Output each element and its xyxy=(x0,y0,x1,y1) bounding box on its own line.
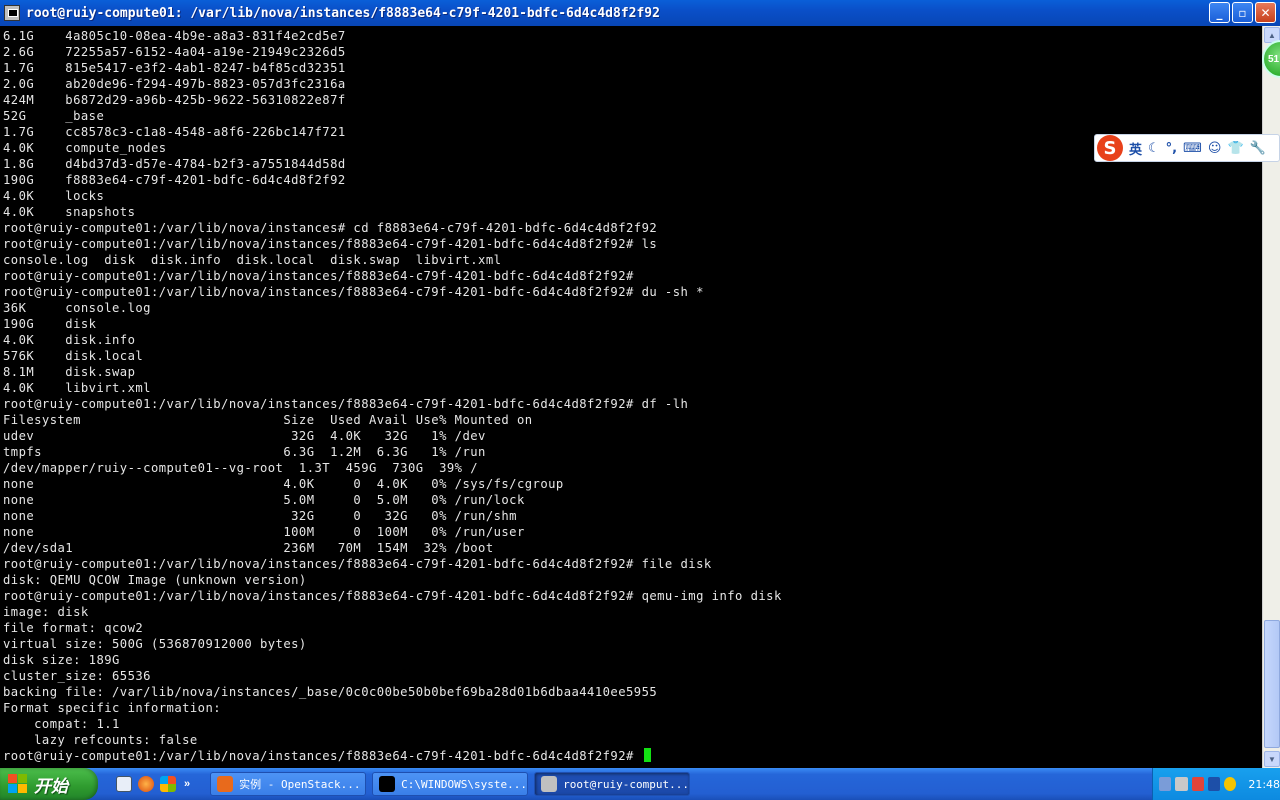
terminal-line: 190G disk xyxy=(3,317,97,331)
task-label: C:\WINDOWS\syste... xyxy=(401,777,527,791)
terminal-area[interactable]: 6.1G 4a805c10-08ea-4b9e-a8a3-831f4e2cd5e… xyxy=(0,26,1262,768)
start-button[interactable]: 开始 xyxy=(0,768,98,800)
terminal-line: root@ruiy-compute01:/var/lib/nova/instan… xyxy=(3,748,1262,764)
terminal-line: 1.7G cc8578c3-c1a8-4548-a8f6-226bc147f72… xyxy=(3,125,346,139)
terminal-line: root@ruiy-compute01:/var/lib/nova/instan… xyxy=(3,589,782,603)
terminal-line: 36K console.log xyxy=(3,301,151,315)
terminal-line: 4.0K disk.info xyxy=(3,333,136,347)
task-label: 实例 - OpenStack... xyxy=(239,778,361,791)
task-label: root@ruiy-comput... xyxy=(563,777,689,791)
taskbar-task-button[interactable]: root@ruiy-comput... xyxy=(534,772,691,796)
system-tray: 21:48 xyxy=(1152,768,1280,800)
terminal-line: udev 32G 4.0K 32G 1% /dev xyxy=(3,429,486,443)
terminal-line: lazy refcounts: false xyxy=(3,733,198,747)
terminal-line: Format specific information: xyxy=(3,701,222,715)
taskbar-task-button[interactable]: 实例 - OpenStack... xyxy=(210,772,367,796)
terminal-line: console.log disk disk.info disk.local di… xyxy=(3,253,502,267)
quick-launch: » xyxy=(116,776,190,792)
task-app-icon xyxy=(379,776,396,792)
terminal-line: 8.1M disk.swap xyxy=(3,365,136,379)
terminal-line: 1.7G 815e5417-e3f2-4ab1-8247-b4f85cd3235… xyxy=(3,61,346,75)
terminal-cursor xyxy=(643,748,651,762)
terminal-line: disk: QEMU QCOW Image (unknown version) xyxy=(3,573,307,587)
network-icon[interactable] xyxy=(1159,777,1172,791)
terminal-line: root@ruiy-compute01:/var/lib/nova/instan… xyxy=(3,237,658,251)
terminal-line: none 32G 0 32G 0% /run/shm xyxy=(3,509,517,523)
volume-icon[interactable] xyxy=(1175,777,1188,791)
scroll-thumb[interactable] xyxy=(1264,620,1280,748)
ime-settings-icon[interactable]: 🔧 xyxy=(1250,141,1266,156)
ime-keyboard-icon[interactable]: ⌨ xyxy=(1183,141,1202,156)
terminal-line: 4.0K locks xyxy=(3,189,105,203)
terminal-line: /dev/mapper/ruiy--compute01--vg-root 1.3… xyxy=(3,461,479,475)
terminal-line: root@ruiy-compute01:/var/lib/nova/instan… xyxy=(3,221,658,235)
terminal-line: 4.0K snapshots xyxy=(3,205,136,219)
maximize-button[interactable]: ▫ xyxy=(1232,2,1253,23)
terminal-line: 576K disk.local xyxy=(3,349,144,363)
terminal-line: cluster_size: 65536 xyxy=(3,669,151,683)
terminal-line: /dev/sda1 236M 70M 154M 32% /boot xyxy=(3,541,494,555)
terminal-line: root@ruiy-compute01:/var/lib/nova/instan… xyxy=(3,285,704,299)
terminal-line: 4.0K libvirt.xml xyxy=(3,381,151,395)
terminal-line: 6.1G 4a805c10-08ea-4b9e-a8a3-831f4e2cd5e… xyxy=(3,29,346,43)
terminal-line: 2.6G 72255a57-6152-4a04-a19e-21949c2326d… xyxy=(3,45,346,59)
terminal-line: 424M b6872d29-a96b-425b-9622-56310822e87… xyxy=(3,93,346,107)
ime-toolbar[interactable]: S 英 ☾ °, ⌨ ☺ 👕 🔧 xyxy=(1094,134,1280,162)
terminal-line: compat: 1.1 xyxy=(3,717,120,731)
terminal-line: Filesystem Size Used Avail Use% Mounted … xyxy=(3,413,533,427)
terminal-line: tmpfs 6.3G 1.2M 6.3G 1% /run xyxy=(3,445,486,459)
firefox-icon[interactable] xyxy=(138,776,154,792)
ime-language-toggle[interactable]: 英 xyxy=(1129,139,1142,158)
show-desktop-icon[interactable] xyxy=(116,776,132,792)
terminal-line: 190G f8883e64-c79f-4201-bdfc-6d4c4d8f2f9… xyxy=(3,173,346,187)
terminal-line: virtual size: 500G (536870912000 bytes) xyxy=(3,637,307,651)
taskbar-task-button[interactable]: C:\WINDOWS\syste... xyxy=(372,772,529,796)
task-app-icon xyxy=(217,776,234,792)
terminal-line: backing file: /var/lib/nova/instances/_b… xyxy=(3,685,658,699)
terminal-line: 1.8G d4bd37d3-d57e-4784-b2f3-a7551844d58… xyxy=(3,157,346,171)
task-list: 实例 - OpenStack... C:\WINDOWS\syste... root… xyxy=(204,772,691,796)
taskbar: 开始 » 实例 - OpenStack... C:\WINDOWS\syste..… xyxy=(0,768,1280,800)
windows-app-icon[interactable] xyxy=(160,776,176,792)
ime-punctuation-icon[interactable]: °, xyxy=(1166,141,1177,156)
terminal-line: disk size: 189G xyxy=(3,653,120,667)
ime-user-icon[interactable]: ☺ xyxy=(1208,141,1222,156)
update-icon[interactable] xyxy=(1224,777,1237,791)
sogou-logo-icon[interactable]: S xyxy=(1097,135,1123,161)
window-title: root@ruiy-compute01: /var/lib/nova/insta… xyxy=(26,5,660,21)
terminal-line: 2.0G ab20de96-f294-497b-8823-057d3fc2316… xyxy=(3,77,346,91)
terminal-line: root@ruiy-compute01:/var/lib/nova/instan… xyxy=(3,557,712,571)
scroll-down-icon[interactable]: ▼ xyxy=(1264,751,1280,767)
terminal-line: none 4.0K 0 4.0K 0% /sys/fs/cgroup xyxy=(3,477,564,491)
terminal-line: root@ruiy-compute01:/var/lib/nova/instan… xyxy=(3,397,689,411)
ime-tray-icon[interactable] xyxy=(1207,777,1221,791)
task-app-icon xyxy=(541,776,558,792)
terminal-line: file format: qcow2 xyxy=(3,621,144,635)
badge-count: 51 xyxy=(1268,53,1280,65)
ime-moon-icon[interactable]: ☾ xyxy=(1148,141,1160,156)
putty-icon[interactable] xyxy=(4,5,20,21)
window-controls: _ ▫ ✕ xyxy=(1209,2,1276,23)
window-title-bar[interactable]: root@ruiy-compute01: /var/lib/nova/insta… xyxy=(0,0,1280,26)
terminal-line: 52G _base xyxy=(3,109,105,123)
start-label: 开始 xyxy=(34,776,68,796)
terminal-line: image: disk xyxy=(3,605,89,619)
terminal-line: 4.0K compute_nodes xyxy=(3,141,167,155)
terminal-line: none 100M 0 100M 0% /run/user xyxy=(3,525,525,539)
windows-logo-icon xyxy=(8,774,28,794)
close-button[interactable]: ✕ xyxy=(1255,2,1276,23)
ime-skin-icon[interactable]: 👕 xyxy=(1227,141,1243,156)
terminal-output: 6.1G 4a805c10-08ea-4b9e-a8a3-831f4e2cd5e… xyxy=(0,26,1262,764)
security-icon[interactable] xyxy=(1191,777,1204,791)
minimize-button[interactable]: _ xyxy=(1209,2,1230,23)
clock[interactable]: 21:48 xyxy=(1248,778,1280,791)
terminal-line: root@ruiy-compute01:/var/lib/nova/instan… xyxy=(3,269,634,283)
terminal-line: none 5.0M 0 5.0M 0% /run/lock xyxy=(3,493,525,507)
quicklaunch-more-icon[interactable]: » xyxy=(184,778,190,790)
